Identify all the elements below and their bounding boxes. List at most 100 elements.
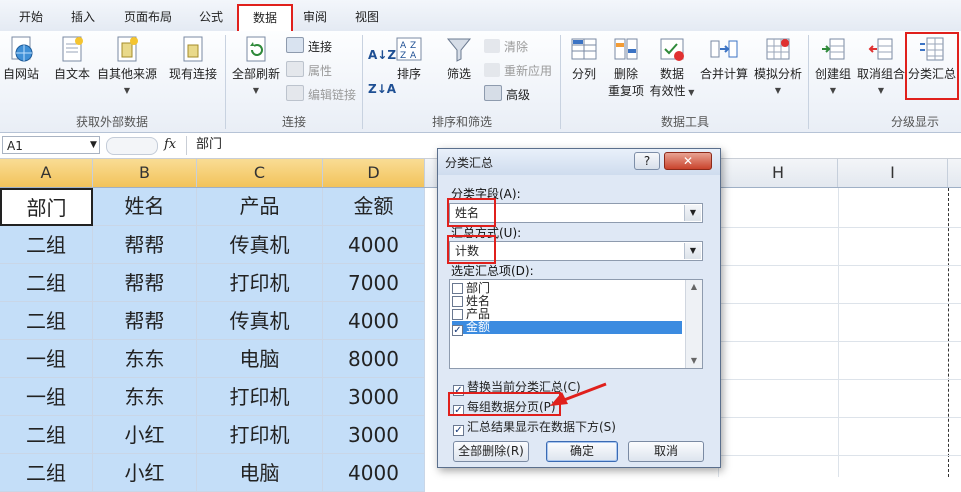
table-cell[interactable]: 7000 xyxy=(323,264,425,302)
checkbox[interactable]: ✓ xyxy=(452,325,463,336)
table-cell[interactable]: 小红 xyxy=(93,416,197,454)
text-to-columns-icon xyxy=(569,35,599,65)
table-cell[interactable]: 传真机 xyxy=(197,302,323,340)
chevron-down-icon[interactable]: ▼ xyxy=(90,136,97,154)
table-cell[interactable]: 8000 xyxy=(323,340,425,378)
cancel-button[interactable]: 取消 xyxy=(628,441,704,462)
table-cell[interactable]: 一组 xyxy=(0,340,93,378)
ungroup-button[interactable]: 取消组合 ▼ xyxy=(856,35,906,96)
existing-connections-button[interactable]: 现有连接 xyxy=(164,35,222,82)
column-header-a[interactable]: A xyxy=(0,159,93,187)
sort-button[interactable]: AZZA 排序 xyxy=(392,35,426,82)
header-cell-department[interactable]: 部门 xyxy=(0,188,93,226)
tab-home[interactable]: 开始 xyxy=(8,6,54,28)
group-by-select[interactable]: 姓名 ▼ xyxy=(449,203,703,223)
clear-filter-button[interactable]: 清除 xyxy=(484,37,528,57)
formula-input[interactable]: 部门 xyxy=(196,136,222,154)
name-box[interactable]: A1 xyxy=(2,136,100,154)
table-cell[interactable]: 电脑 xyxy=(197,454,323,492)
column-header-i[interactable]: I xyxy=(838,159,948,187)
ok-button[interactable]: 确定 xyxy=(546,441,618,462)
function-select[interactable]: 计数 ▼ xyxy=(449,241,703,261)
table-cell[interactable]: 二组 xyxy=(0,226,93,264)
tab-page-layout[interactable]: 页面布局 xyxy=(116,6,180,28)
text-to-columns-button[interactable]: 分列 xyxy=(566,35,602,82)
table-cell[interactable]: 小红 xyxy=(93,454,197,492)
column-header-d[interactable]: D xyxy=(323,159,425,187)
tab-view[interactable]: 视图 xyxy=(344,6,390,28)
connections-button[interactable]: 连接 xyxy=(286,37,332,57)
table-cell[interactable]: 4000 xyxy=(323,454,425,492)
table-cell[interactable]: 帮帮 xyxy=(93,226,197,264)
table-cell[interactable]: 二组 xyxy=(0,302,93,340)
table-cell[interactable]: 帮帮 xyxy=(93,264,197,302)
column-header-c[interactable]: C xyxy=(197,159,323,187)
reapply-button[interactable]: 重新应用 xyxy=(484,61,552,81)
help-button[interactable]: ? xyxy=(634,152,660,170)
edit-links-button[interactable]: 编辑链接 xyxy=(286,85,356,105)
table-cell[interactable]: 帮帮 xyxy=(93,302,197,340)
table-cell[interactable]: 东东 xyxy=(93,340,197,378)
scroll-down-icon[interactable]: ▼ xyxy=(686,354,702,368)
data-validation-button[interactable]: 数据 有效性 ▼ xyxy=(648,35,696,99)
table-cell[interactable]: 3000 xyxy=(323,416,425,454)
connections-label: 连接 xyxy=(308,40,333,54)
table-cell[interactable]: 打印机 xyxy=(197,264,323,302)
from-web-button[interactable]: 自网站 xyxy=(0,35,48,82)
close-button[interactable]: ✕ xyxy=(664,152,712,170)
list-item[interactable]: ✓ 金额 xyxy=(452,321,682,336)
table-cell[interactable]: 传真机 xyxy=(197,226,323,264)
checkbox[interactable] xyxy=(452,283,463,294)
properties-button[interactable]: 属性 xyxy=(286,61,332,81)
remove-all-button[interactable]: 全部删除(R) xyxy=(453,441,529,462)
subtotal-items-list[interactable]: 部门 姓名 产品 ✓ 金额 ▲ ▼ xyxy=(449,279,703,369)
table-cell[interactable]: 3000 xyxy=(323,378,425,416)
list-scrollbar[interactable]: ▲ ▼ xyxy=(685,280,702,368)
table-cell[interactable]: 4000 xyxy=(323,226,425,264)
chevron-down-icon[interactable]: ▼ xyxy=(684,243,701,259)
column-header-b[interactable]: B xyxy=(93,159,197,187)
insert-function-button[interactable]: fx xyxy=(164,136,176,154)
table-cell[interactable]: 二组 xyxy=(0,454,93,492)
checkbox[interactable]: ✓ xyxy=(453,425,464,436)
table-cell[interactable]: 打印机 xyxy=(197,416,323,454)
what-if-analysis-button[interactable]: 模拟分析 ▼ xyxy=(750,35,806,96)
function-value: 计数 xyxy=(455,244,480,258)
table-cell[interactable]: 4000 xyxy=(323,302,425,340)
column-header-h[interactable]: H xyxy=(718,159,838,187)
header-cell-name[interactable]: 姓名 xyxy=(93,188,197,226)
consolidate-button[interactable]: 合并计算 xyxy=(698,35,750,82)
tab-insert[interactable]: 插入 xyxy=(60,6,106,28)
sort-descending-button[interactable]: Z↓A xyxy=(368,79,396,99)
checkbox[interactable] xyxy=(452,296,463,307)
header-cell-product[interactable]: 产品 xyxy=(197,188,323,226)
summary-below-option[interactable]: ✓ 汇总结果显示在数据下方(S) xyxy=(453,418,616,436)
group-button[interactable]: 创建组 ▼ xyxy=(812,35,854,96)
scroll-up-icon[interactable]: ▲ xyxy=(686,280,702,294)
data-validation-icon xyxy=(657,35,687,65)
chevron-down-icon[interactable]: ▼ xyxy=(684,205,701,221)
subtotal-button[interactable]: 分类汇总 xyxy=(905,32,959,100)
remove-duplicates-label-1: 删除 xyxy=(613,67,638,81)
table-cell[interactable]: 二组 xyxy=(0,416,93,454)
checkbox[interactable]: ✓ xyxy=(453,405,464,416)
from-other-sources-button[interactable]: 自其他来源 ▼ xyxy=(94,35,160,96)
tab-review[interactable]: 审阅 xyxy=(292,6,338,28)
remove-duplicates-button[interactable]: 删除 重复项 xyxy=(604,35,648,99)
table-cell[interactable]: 电脑 xyxy=(197,340,323,378)
from-text-button[interactable]: 自文本 xyxy=(50,35,94,82)
tab-formulas[interactable]: 公式 xyxy=(188,6,234,28)
tab-data[interactable]: 数据 xyxy=(237,4,293,33)
filter-button[interactable]: 筛选 xyxy=(440,35,478,82)
table-cell[interactable]: 一组 xyxy=(0,378,93,416)
table-cell[interactable]: 东东 xyxy=(93,378,197,416)
table-cell[interactable]: 二组 xyxy=(0,264,93,302)
header-cell-amount[interactable]: 金额 xyxy=(323,188,425,226)
refresh-all-button[interactable]: 全部刷新 ▼ xyxy=(228,35,284,96)
ribbon-panel: 自网站 自文本 自其他来源 ▼ 现有连接 获取外部数据 全部刷新 ▼ 连接 属性 编… xyxy=(0,31,961,133)
table-cell[interactable]: 打印机 xyxy=(197,378,323,416)
group-label-outline: 分级显示 xyxy=(890,115,939,129)
checkbox[interactable] xyxy=(452,309,463,320)
checkbox[interactable]: ✓ xyxy=(453,385,464,396)
advanced-filter-button[interactable]: 高级 xyxy=(484,85,530,105)
